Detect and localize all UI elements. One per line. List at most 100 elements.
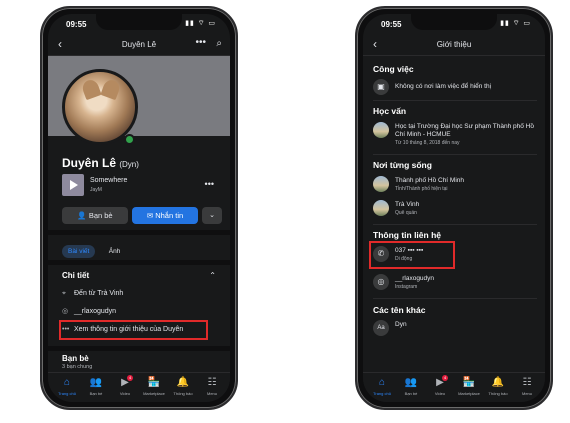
contact-title: Thông tin liên hệ bbox=[373, 230, 441, 240]
tabbar-friends[interactable]: 👥 Bạn bè bbox=[396, 377, 426, 396]
page-title: Giới thiệu bbox=[436, 40, 472, 49]
other-name-row: Aa Dyn bbox=[373, 320, 537, 336]
tab-posts[interactable]: Bài viết bbox=[62, 245, 96, 258]
tabbar-menu-label: Menu bbox=[206, 391, 217, 396]
message-button[interactable]: ✉ Nhắn tin bbox=[132, 207, 198, 224]
nav-bar: ‹ Giới thiệu bbox=[363, 34, 545, 56]
tabbar-marketplace[interactable]: 🏪 Marketplace bbox=[139, 377, 169, 396]
bottom-tabbar: ⌂ Trang chủ 👥 Bạn bè ▶ 4 Video 🏪 Marketplace … bbox=[48, 372, 230, 402]
chevron-up-icon[interactable]: ⌃ bbox=[209, 271, 216, 280]
divider bbox=[373, 100, 537, 101]
music-more-icon[interactable]: ••• bbox=[205, 179, 214, 189]
music-song: Somewhere bbox=[90, 177, 128, 184]
avatar-ear bbox=[80, 77, 102, 101]
briefcase-icon: ▣ bbox=[373, 79, 389, 95]
highlight-box bbox=[369, 241, 455, 269]
tabbar-menu[interactable]: ☷ Menu bbox=[197, 377, 227, 396]
details-title: Chi tiết bbox=[62, 271, 90, 280]
divider bbox=[373, 154, 537, 155]
tab-photos[interactable]: Ảnh bbox=[103, 245, 127, 258]
home-icon: ⌂ bbox=[63, 377, 71, 388]
location-icon: ⌖ bbox=[62, 290, 66, 297]
status-icons: ▮▮ ⌔ ▭ bbox=[185, 20, 216, 27]
place-row[interactable]: Trà Vinh Quê quán bbox=[373, 200, 537, 218]
notch bbox=[411, 14, 497, 30]
profile-name: Duyên Lê (Dyn) bbox=[62, 156, 139, 170]
bell-icon: 🔔 bbox=[491, 377, 505, 388]
instagram-handle: __rlaxogudyn bbox=[395, 275, 435, 282]
search-icon[interactable]: ⌕ bbox=[216, 38, 222, 49]
profile-music[interactable]: Somewhere JayM ••• bbox=[62, 174, 220, 196]
education-text: Học tại Trường Đại học Sư phạm Thành phố… bbox=[395, 123, 534, 138]
play-icon[interactable] bbox=[62, 174, 84, 196]
tabbar-home-label: Trang chủ bbox=[58, 391, 76, 396]
profile-screen: 09:55 ▮▮ ⌔ ▭ ‹ Duyên Lê ••• ⌕ Duyên Lê (… bbox=[48, 14, 230, 402]
divider bbox=[48, 346, 230, 351]
nav-bar: ‹ Duyên Lê ••• ⌕ bbox=[48, 34, 230, 56]
city-photo-icon bbox=[373, 176, 389, 192]
friends-icon: 👥 bbox=[89, 377, 103, 388]
education-sub: Từ 10 tháng 8, 2018 đến nay bbox=[395, 140, 460, 146]
avatar-ear bbox=[100, 77, 122, 101]
friends-button-label: Bạn bè bbox=[88, 211, 113, 220]
friends-mutual: 3 bạn chung bbox=[62, 364, 93, 370]
tabbar-home[interactable]: ⌂ Trang chủ bbox=[367, 377, 397, 396]
education-title: Học vấn bbox=[373, 106, 407, 116]
divider bbox=[48, 260, 230, 265]
tabbar-notifications[interactable]: 🔔 Thông báo bbox=[168, 377, 198, 396]
place-sub: Tỉnh/Thành phố hiện tại bbox=[395, 186, 448, 192]
other-name: Dyn bbox=[395, 321, 407, 328]
divider bbox=[373, 298, 537, 299]
detail-hometown: ⌖ Đến từ Trà Vinh bbox=[62, 290, 220, 302]
instagram-icon: ◎ bbox=[62, 308, 69, 315]
name-icon: Aa bbox=[373, 320, 389, 336]
tabbar-home[interactable]: ⌂ Trang chủ bbox=[52, 377, 82, 396]
friends-button[interactable]: 👤 Bạn bè bbox=[62, 207, 128, 224]
chevron-down-icon[interactable]: ⌄ bbox=[202, 207, 222, 224]
school-icon bbox=[373, 122, 389, 138]
tabbar-video[interactable]: ▶ 4 Video bbox=[110, 375, 140, 396]
more-icon[interactable]: ••• bbox=[195, 37, 206, 48]
tabbar-menu-label: Menu bbox=[521, 391, 532, 396]
profile-tabs: Bài viết Ảnh bbox=[62, 240, 129, 258]
work-title: Công việc bbox=[373, 64, 414, 74]
message-button-label: Nhắn tin bbox=[155, 211, 184, 220]
friends-title: Bạn bè bbox=[62, 354, 89, 363]
phone-frame-left: 09:55 ▮▮ ⌔ ▭ ‹ Duyên Lê ••• ⌕ Duyên Lê (… bbox=[40, 6, 238, 410]
status-time: 09:55 bbox=[381, 20, 402, 29]
tabbar-marketplace[interactable]: 🏪 Marketplace bbox=[454, 377, 484, 396]
tabbar-notifications[interactable]: 🔔 Thông báo bbox=[483, 377, 513, 396]
status-time: 09:55 bbox=[66, 20, 87, 29]
profile-name-text: Duyên Lê bbox=[62, 156, 117, 170]
home-icon: ⌂ bbox=[378, 377, 386, 388]
tabbar-menu[interactable]: ☷ Menu bbox=[512, 377, 542, 396]
instagram-row[interactable]: ◎ __rlaxogudyn Instagram bbox=[373, 274, 537, 292]
video-icon: ▶ bbox=[121, 377, 129, 388]
about-screen: 09:55 ▮▮ ⌔ ▭ ‹ Giới thiệu Công việc ▣ Kh… bbox=[363, 14, 545, 402]
tabbar-notifications-label: Thông báo bbox=[488, 391, 508, 396]
online-status-dot bbox=[124, 134, 135, 145]
divider bbox=[48, 230, 230, 235]
tabbar-friends-label: Bạn bè bbox=[404, 391, 418, 396]
city-photo-icon bbox=[373, 200, 389, 216]
tabbar-video[interactable]: ▶ 4 Video bbox=[425, 375, 455, 396]
tabbar-friends-label: Bạn bè bbox=[89, 391, 103, 396]
notch bbox=[96, 14, 182, 30]
marketplace-icon: 🏪 bbox=[462, 377, 476, 388]
highlight-box bbox=[59, 320, 208, 340]
education-row[interactable]: Học tại Trường Đại học Sư phạm Thành phố… bbox=[373, 122, 537, 150]
tabbar-video-label: Video bbox=[119, 391, 131, 396]
profile-actions: 👤 Bạn bè ✉ Nhắn tin ⌄ bbox=[62, 207, 222, 224]
tabbar-notifications-label: Thông báo bbox=[173, 391, 193, 396]
place-sub: Quê quán bbox=[395, 210, 417, 216]
divider bbox=[373, 224, 537, 225]
marketplace-icon: 🏪 bbox=[147, 377, 161, 388]
detail-instagram[interactable]: ◎ __rlaxogudyn bbox=[62, 307, 220, 319]
tabbar-home-label: Trang chủ bbox=[373, 391, 391, 396]
place-row[interactable]: Thành phố Hồ Chí Minh Tỉnh/Thành phố hiệ… bbox=[373, 176, 537, 194]
tabbar-friends[interactable]: 👥 Bạn bè bbox=[81, 377, 111, 396]
menu-icon: ☷ bbox=[207, 377, 217, 388]
status-icons: ▮▮ ⌔ ▭ bbox=[500, 20, 531, 27]
video-icon: ▶ bbox=[436, 377, 444, 388]
place-name: Trà Vinh bbox=[395, 201, 420, 208]
